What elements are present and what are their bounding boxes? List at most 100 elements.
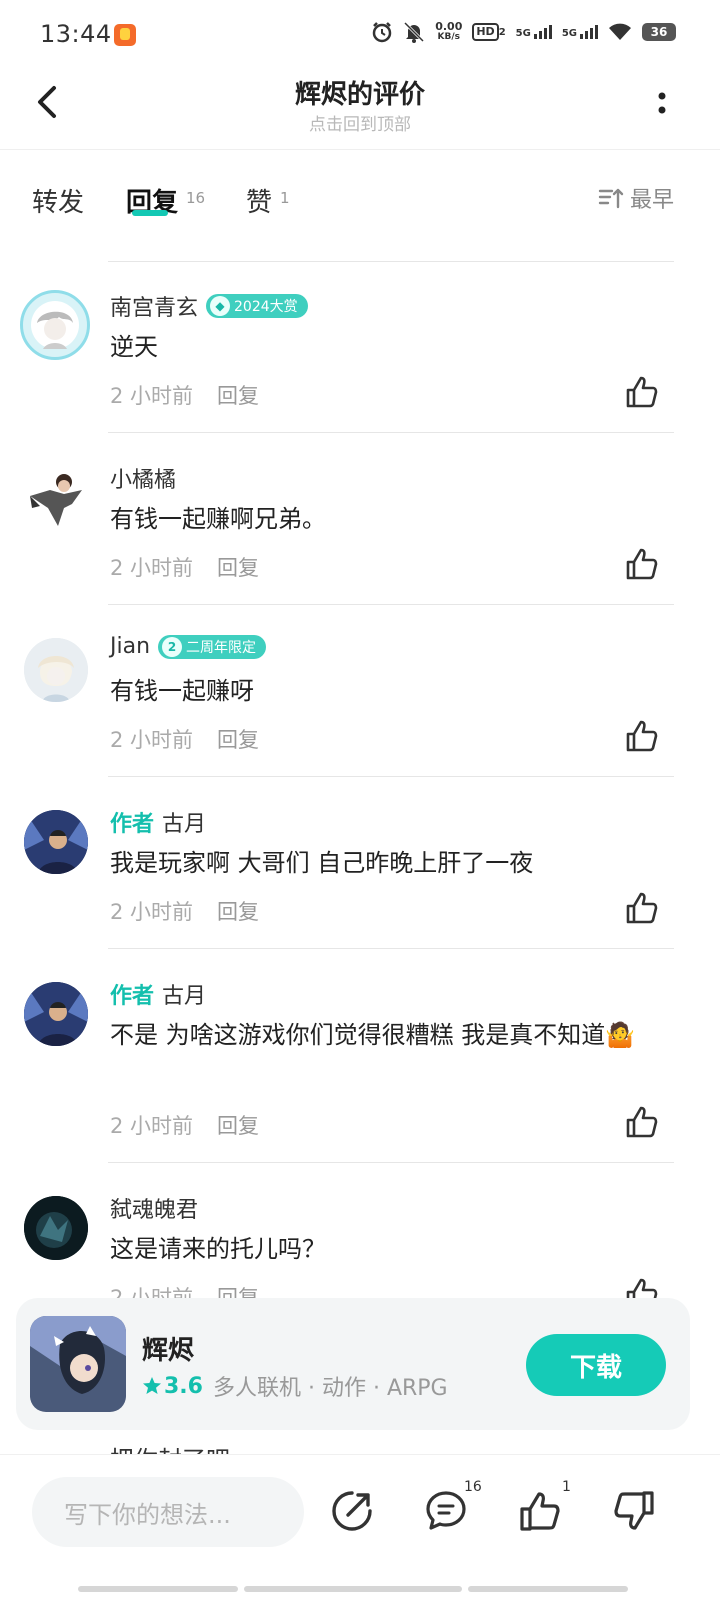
like-button[interactable] — [624, 546, 660, 582]
hd-sub-label: 2 — [498, 26, 506, 38]
like-post-button[interactable] — [518, 1489, 562, 1533]
sim1-label: 5G — [515, 28, 531, 39]
mute-bell-icon — [403, 20, 425, 44]
game-card[interactable]: 辉烬 3.6 多人联机 · 动作 · ARPG 下载 — [16, 1298, 690, 1430]
like-button[interactable] — [624, 374, 660, 410]
like-button[interactable] — [624, 718, 660, 754]
like-count: 1 — [562, 1479, 571, 1495]
hd-label: HD — [472, 23, 499, 41]
download-button[interactable]: 下载 — [526, 1334, 666, 1396]
comment-time: 2 小时前 — [110, 1286, 194, 1298]
comment-username[interactable]: 小橘橘 — [110, 462, 176, 494]
author-tag: 作者 — [110, 812, 155, 837]
anniversary-icon: 2 — [162, 636, 183, 657]
thumbs-up-icon — [626, 1106, 658, 1138]
star-icon — [143, 1377, 161, 1394]
divider — [108, 1162, 674, 1163]
thumbs-down-icon — [614, 1491, 654, 1530]
comment-username[interactable]: 古月 — [162, 978, 206, 1010]
like-button[interactable] — [624, 1104, 660, 1140]
app-notification-icon — [114, 24, 136, 46]
sim1-signal-icon: 5G — [516, 25, 552, 39]
comment-button[interactable] — [424, 1489, 468, 1533]
tab-likes[interactable]: 赞1 — [246, 182, 290, 219]
comment-input[interactable]: 写下你的想法... — [32, 1477, 304, 1547]
comment-header: 作者 古月 — [110, 978, 206, 1010]
reply-button[interactable]: 回复 — [217, 556, 259, 580]
comment-header: 作者 古月 — [110, 806, 206, 838]
user-badge[interactable]: 2 二周年限定 — [158, 634, 267, 659]
like-button[interactable] — [624, 1276, 660, 1298]
avatar[interactable] — [24, 1196, 88, 1260]
comment-text: 这是请来的托儿吗？ — [110, 1235, 326, 1263]
comment-username[interactable]: 弑魂魄君 — [110, 1192, 198, 1224]
comment-meta: 2 小时前 回复 — [110, 896, 259, 926]
status-time: 13:44 — [40, 20, 112, 48]
avatar[interactable] — [24, 982, 88, 1046]
hd-voice-icon: HD 2 — [472, 20, 506, 44]
game-tags: 多人联机 · 动作 · ARPG — [212, 1376, 448, 1401]
sort-icon — [598, 188, 624, 209]
sort-label: 最早 — [629, 188, 674, 213]
scroll-to-top-hint[interactable]: 点击回到顶部 — [0, 110, 720, 135]
comment-text: 不是 为啥这游戏你们觉得很糟糕 我是真不知道🤷 — [110, 1021, 636, 1049]
comment-username[interactable]: Jian — [110, 634, 150, 659]
page-title[interactable]: 辉烬的评价 — [0, 74, 720, 111]
crystal-icon: ◆ — [210, 296, 231, 316]
thumbs-up-icon — [626, 548, 658, 580]
sort-button[interactable]: 最早 — [598, 182, 674, 214]
gesture-bar — [78, 1586, 238, 1592]
game-icon[interactable] — [30, 1316, 126, 1412]
avatar[interactable] — [24, 638, 88, 702]
comment-item: 小橘橘 有钱一起赚啊兄弟。 2 小时前 回复 — [0, 434, 720, 606]
comment-bubble-icon — [426, 1491, 466, 1530]
reply-button[interactable]: 回复 — [217, 1114, 259, 1138]
comment-item: Jian 2 二周年限定 有钱一起赚呀 2 小时前 回复 — [0, 606, 720, 778]
divider — [108, 432, 674, 433]
comment-item: 作者 古月 我是玩家啊 大哥们 自己昨晚上肝了一夜 2 小时前 回复 — [0, 778, 720, 950]
more-options-button[interactable] — [652, 86, 672, 122]
tab-repost-label: 转发 — [32, 188, 85, 218]
comment-username[interactable]: 古月 — [162, 806, 206, 838]
comment-time: 2 小时前 — [110, 728, 194, 752]
reply-button[interactable]: 回复 — [217, 1286, 259, 1298]
game-meta: 3.6 多人联机 · 动作 · ARPG — [142, 1370, 448, 1402]
dislike-button[interactable] — [612, 1489, 656, 1533]
comment-header: Jian 2 二周年限定 — [110, 634, 267, 659]
comment-username[interactable]: 南宫青玄 — [110, 290, 198, 322]
comment-text: 有钱一起赚啊兄弟。 — [110, 505, 326, 533]
sim2-label: 5G — [561, 28, 577, 39]
badge-label: 2024大赏 — [234, 299, 298, 315]
wifi-icon — [608, 20, 632, 44]
avatar[interactable] — [20, 290, 90, 360]
thumbs-up-icon — [626, 376, 658, 408]
reply-button[interactable]: 回复 — [217, 900, 259, 924]
avatar[interactable] — [24, 810, 88, 874]
user-badge[interactable]: ◆ 2024大赏 — [206, 294, 308, 318]
status-bar: 13:44 0.00 KB/s HD 2 5G 5G 36 — [0, 0, 720, 64]
comment-header: 弑魂魄君 — [110, 1192, 198, 1224]
tab-likes-label: 赞 — [246, 188, 273, 218]
network-speed: 0.00 KB/s — [435, 21, 462, 43]
divider — [108, 948, 674, 949]
sim2-signal-icon: 5G — [562, 25, 598, 39]
reply-button[interactable]: 回复 — [217, 384, 259, 408]
comment-time: 2 小时前 — [110, 900, 194, 924]
game-name[interactable]: 辉烬 — [142, 1330, 194, 1367]
comment-meta: 2 小时前 回复 — [110, 1110, 259, 1140]
comment-meta: 2 小时前 回复 — [110, 1282, 259, 1298]
comment-time: 2 小时前 — [110, 384, 194, 408]
badge-label: 二周年限定 — [186, 639, 257, 656]
comment-header: 南宫青玄 ◆ 2024大赏 — [110, 290, 308, 322]
share-button[interactable] — [330, 1489, 374, 1533]
comment-meta: 2 小时前 回复 — [110, 552, 259, 582]
thumbs-up-icon — [626, 720, 658, 752]
comment-text: 有钱一起赚呀 — [110, 677, 254, 705]
tab-replies-count: 16 — [186, 189, 206, 208]
like-button[interactable] — [624, 890, 660, 926]
reply-button[interactable]: 回复 — [217, 728, 259, 752]
comment-meta: 2 小时前 回复 — [110, 724, 259, 754]
tab-repost[interactable]: 转发 — [32, 182, 84, 219]
bottom-action-bar: 写下你的想法... 16 1 — [0, 1454, 720, 1600]
avatar[interactable] — [24, 466, 88, 530]
